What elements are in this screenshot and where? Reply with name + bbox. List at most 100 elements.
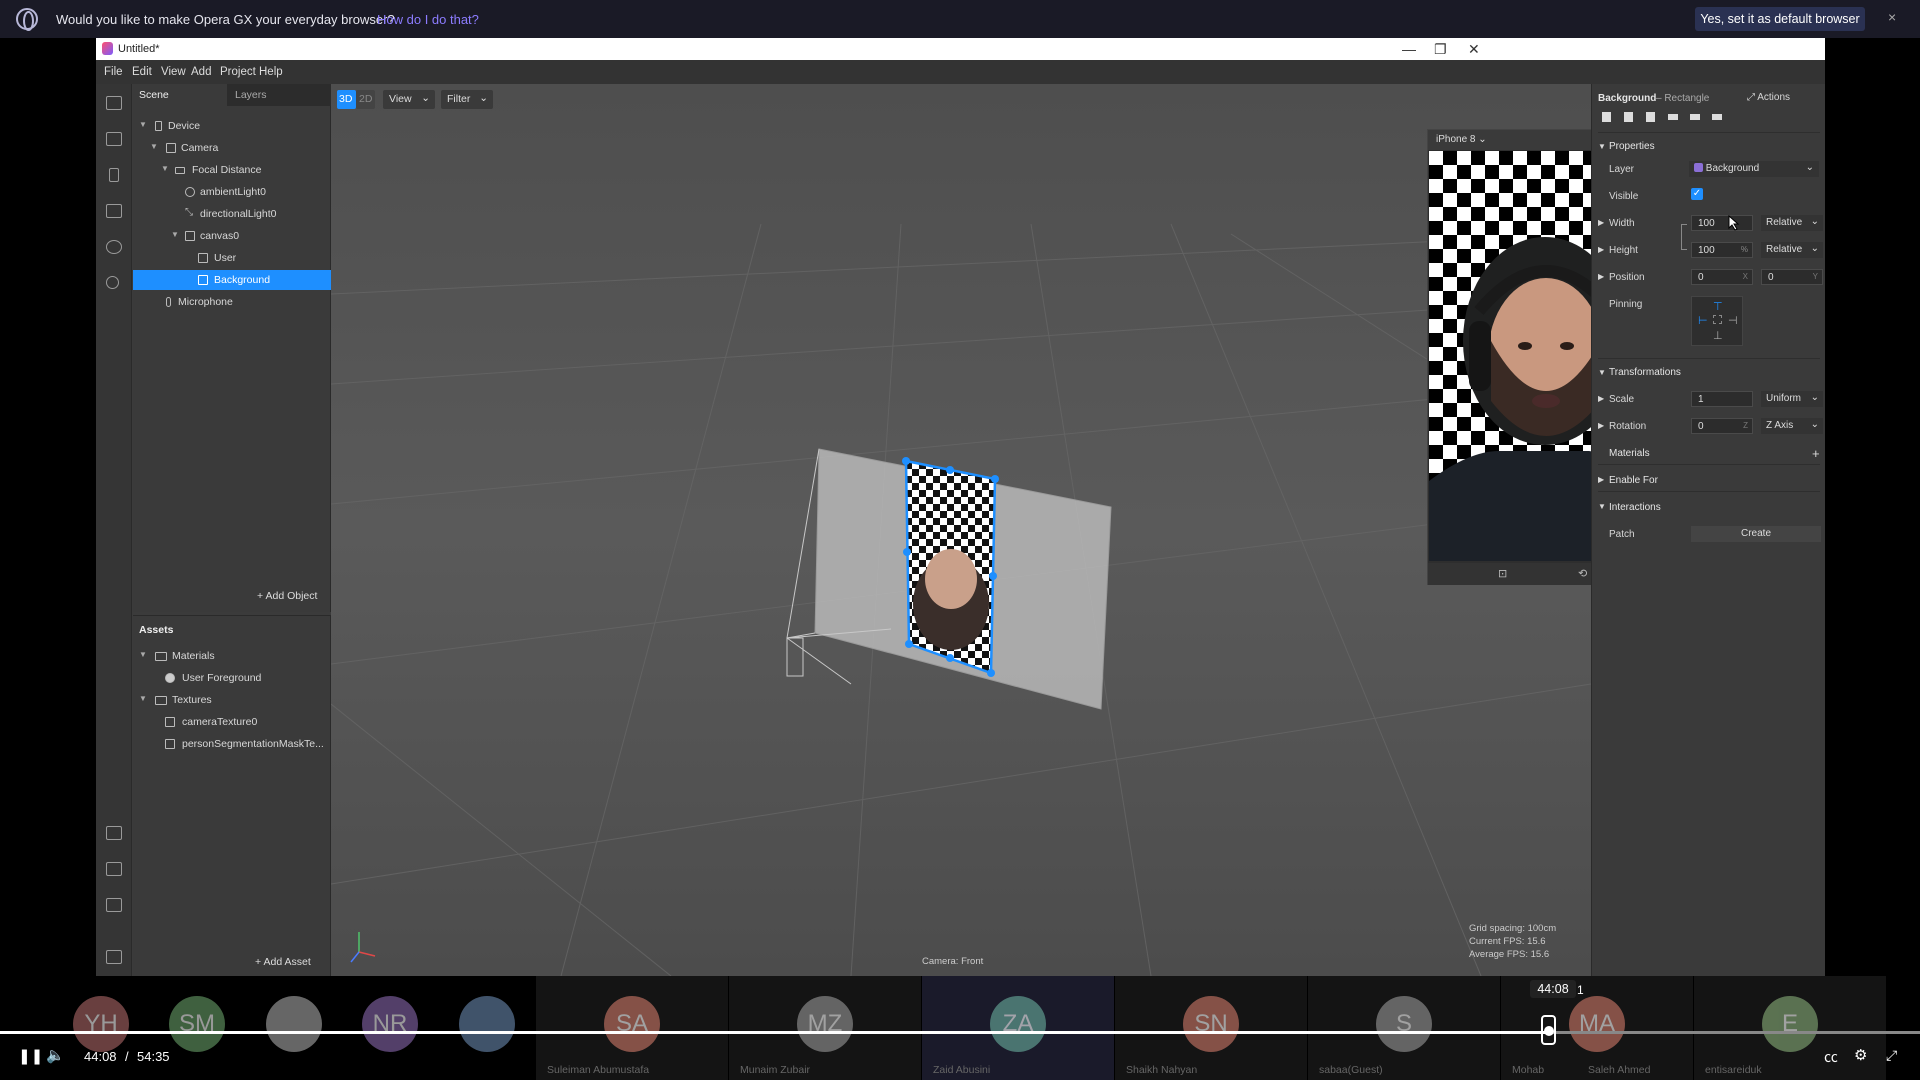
volume-icon[interactable]: 🔈 bbox=[46, 1046, 65, 1064]
pin-right-icon[interactable]: ⊣ bbox=[1728, 314, 1738, 327]
participant-avatar[interactable] bbox=[459, 996, 515, 1052]
settings-gear-icon[interactable]: ⚙ bbox=[1854, 1046, 1867, 1064]
viewport[interactable]: 3D 2D View ⌄ Filter ⌄ Grid spacing: 100c… bbox=[331, 84, 1591, 976]
refresh-icon[interactable] bbox=[106, 240, 122, 254]
tab-scene[interactable]: Scene bbox=[133, 84, 227, 106]
participant-avatar[interactable]: NR bbox=[362, 996, 418, 1052]
layout-icon[interactable] bbox=[106, 96, 122, 110]
transformations-section[interactable]: Transformations bbox=[1609, 367, 1681, 378]
actions-button[interactable]: ⤢ Actions bbox=[1747, 92, 1790, 103]
layer-dropdown[interactable]: Background ⌄ bbox=[1689, 161, 1819, 177]
mode-2d-button[interactable]: 2D bbox=[356, 90, 375, 109]
add-material-icon[interactable]: + bbox=[1812, 446, 1820, 461]
align-bottom-icon[interactable] bbox=[1712, 114, 1722, 120]
menu-file[interactable]: File bbox=[104, 66, 123, 78]
menu-project[interactable]: Project bbox=[220, 66, 256, 78]
participant-avatar[interactable]: ZA bbox=[990, 996, 1046, 1052]
collapse-arrow-icon[interactable]: ▼ bbox=[139, 120, 147, 129]
tree-item-ambient-light[interactable]: ambientLight0 bbox=[133, 182, 331, 202]
send-to-device-icon[interactable] bbox=[106, 862, 122, 876]
position-y-input[interactable]: 0 Y bbox=[1761, 269, 1823, 285]
pin-center-icon[interactable] bbox=[1713, 315, 1722, 324]
view-dropdown[interactable]: View ⌄ bbox=[383, 90, 435, 109]
close-banner-icon[interactable]: × bbox=[1888, 9, 1896, 25]
expand-arrow-icon[interactable]: ▶ bbox=[1598, 421, 1604, 430]
mode-3d-button[interactable]: 3D bbox=[337, 90, 356, 109]
rotate-device-icon[interactable]: ⟲ bbox=[1578, 567, 1587, 580]
pause-record-icon[interactable] bbox=[109, 168, 119, 182]
tree-item-segmentation-texture[interactable]: personSegmentationMaskTe... bbox=[133, 734, 331, 754]
participant-avatar[interactable]: S bbox=[1376, 996, 1432, 1052]
filter-dropdown[interactable]: Filter ⌄ bbox=[441, 90, 493, 109]
collapse-arrow-icon[interactable]: ▼ bbox=[139, 650, 147, 659]
pin-bottom-icon[interactable]: ⊥ bbox=[1713, 329, 1723, 342]
height-input[interactable]: 100 % bbox=[1691, 242, 1753, 258]
import-icon[interactable] bbox=[106, 826, 122, 840]
height-mode-dropdown[interactable]: Relative ⌄ bbox=[1761, 242, 1823, 258]
tree-item-background[interactable]: Background bbox=[133, 270, 331, 290]
properties-section[interactable]: Properties bbox=[1609, 141, 1655, 152]
enable-for-section[interactable]: Enable For bbox=[1609, 475, 1658, 486]
pin-top-icon[interactable]: ⊤ bbox=[1713, 300, 1723, 313]
position-x-input[interactable]: 0 X bbox=[1691, 269, 1753, 285]
visible-checkbox[interactable]: ✓ bbox=[1691, 188, 1703, 200]
participant-avatar[interactable]: YH bbox=[73, 996, 129, 1052]
rotation-axis-dropdown[interactable]: Z Axis ⌄ bbox=[1761, 418, 1823, 434]
materials-section[interactable]: Materials bbox=[1609, 448, 1650, 459]
scale-mode-dropdown[interactable]: Uniform ⌄ bbox=[1761, 391, 1823, 407]
add-asset-button[interactable]: + Add Asset bbox=[255, 956, 311, 968]
minimize-icon[interactable]: — bbox=[1402, 41, 1416, 57]
align-right-icon[interactable] bbox=[1646, 112, 1655, 122]
expand-arrow-icon[interactable]: ▶ bbox=[1598, 218, 1604, 227]
captions-icon[interactable]: ㏄ bbox=[1824, 1047, 1838, 1067]
set-default-browser-button[interactable]: Yes, set it as default browser bbox=[1695, 7, 1865, 31]
device-dropdown[interactable]: iPhone 8 ⌄ bbox=[1436, 134, 1487, 145]
collapse-arrow-icon[interactable]: ▼ bbox=[171, 230, 179, 239]
tree-item-textures[interactable]: ▼ Textures bbox=[133, 690, 331, 710]
expand-arrow-icon[interactable]: ▶ bbox=[1598, 475, 1604, 484]
menu-add[interactable]: Add bbox=[191, 66, 211, 78]
width-input[interactable]: 100 bbox=[1691, 215, 1753, 231]
expand-icon[interactable]: ⤢ bbox=[1886, 1047, 1897, 1064]
menu-edit[interactable]: Edit bbox=[132, 66, 152, 78]
scale-input[interactable]: 1 bbox=[1691, 391, 1753, 407]
align-center-icon[interactable] bbox=[1624, 112, 1633, 122]
close-window-icon[interactable]: ✕ bbox=[1468, 41, 1480, 58]
video-icon[interactable] bbox=[106, 132, 122, 146]
create-patch-button[interactable]: Create bbox=[1691, 526, 1821, 542]
expand-arrow-icon[interactable]: ▶ bbox=[1598, 272, 1604, 281]
align-middle-icon[interactable] bbox=[1690, 114, 1700, 120]
width-mode-dropdown[interactable]: Relative ⌄ bbox=[1761, 215, 1823, 231]
pinning-widget[interactable]: ⊤ ⊢ ⊣ ⊥ bbox=[1691, 296, 1743, 346]
tree-item-microphone[interactable]: Microphone bbox=[133, 292, 331, 312]
collapse-arrow-icon[interactable]: ▼ bbox=[161, 164, 169, 173]
participant-avatar[interactable]: SM bbox=[169, 996, 225, 1052]
search-icon[interactable] bbox=[106, 276, 119, 289]
collapse-arrow-icon[interactable]: ▼ bbox=[139, 694, 147, 703]
tree-item-materials[interactable]: ▼ Materials bbox=[133, 646, 331, 666]
upload-icon[interactable] bbox=[106, 898, 122, 912]
tree-item-device[interactable]: ▼ Device bbox=[133, 116, 331, 136]
seek-handle-dot[interactable] bbox=[1544, 1026, 1554, 1036]
collapse-arrow-icon[interactable]: ▼ bbox=[150, 142, 158, 151]
interactions-section[interactable]: Interactions bbox=[1609, 502, 1661, 513]
screenshot-icon[interactable]: ⊡ bbox=[1498, 567, 1507, 580]
participant-avatar[interactable]: SN bbox=[1183, 996, 1239, 1052]
participant-avatar[interactable] bbox=[266, 996, 322, 1052]
tree-item-directional-light[interactable]: ⤡ directionalLight0 bbox=[133, 204, 331, 224]
collapse-arrow-icon[interactable]: ▼ bbox=[1598, 502, 1606, 511]
menu-view[interactable]: View bbox=[161, 66, 186, 78]
collapse-arrow-icon[interactable]: ▼ bbox=[1598, 142, 1606, 151]
tree-item-user-foreground[interactable]: User Foreground bbox=[133, 668, 331, 688]
tab-layers[interactable]: Layers bbox=[227, 84, 331, 106]
tree-item-user[interactable]: User bbox=[133, 248, 331, 268]
pin-left-icon[interactable]: ⊢ bbox=[1698, 314, 1708, 327]
how-do-i-link[interactable]: How do I do that? bbox=[377, 12, 479, 27]
participant-avatar[interactable]: MZ bbox=[797, 996, 853, 1052]
pause-icon[interactable]: ❚❚ bbox=[18, 1047, 43, 1065]
collapse-arrow-icon[interactable]: ▼ bbox=[1598, 368, 1606, 377]
participant-avatar[interactable]: E bbox=[1762, 996, 1818, 1052]
rotation-input[interactable]: 0 Z bbox=[1691, 418, 1753, 434]
expand-arrow-icon[interactable]: ▶ bbox=[1598, 394, 1604, 403]
menu-help[interactable]: Help bbox=[259, 66, 283, 78]
